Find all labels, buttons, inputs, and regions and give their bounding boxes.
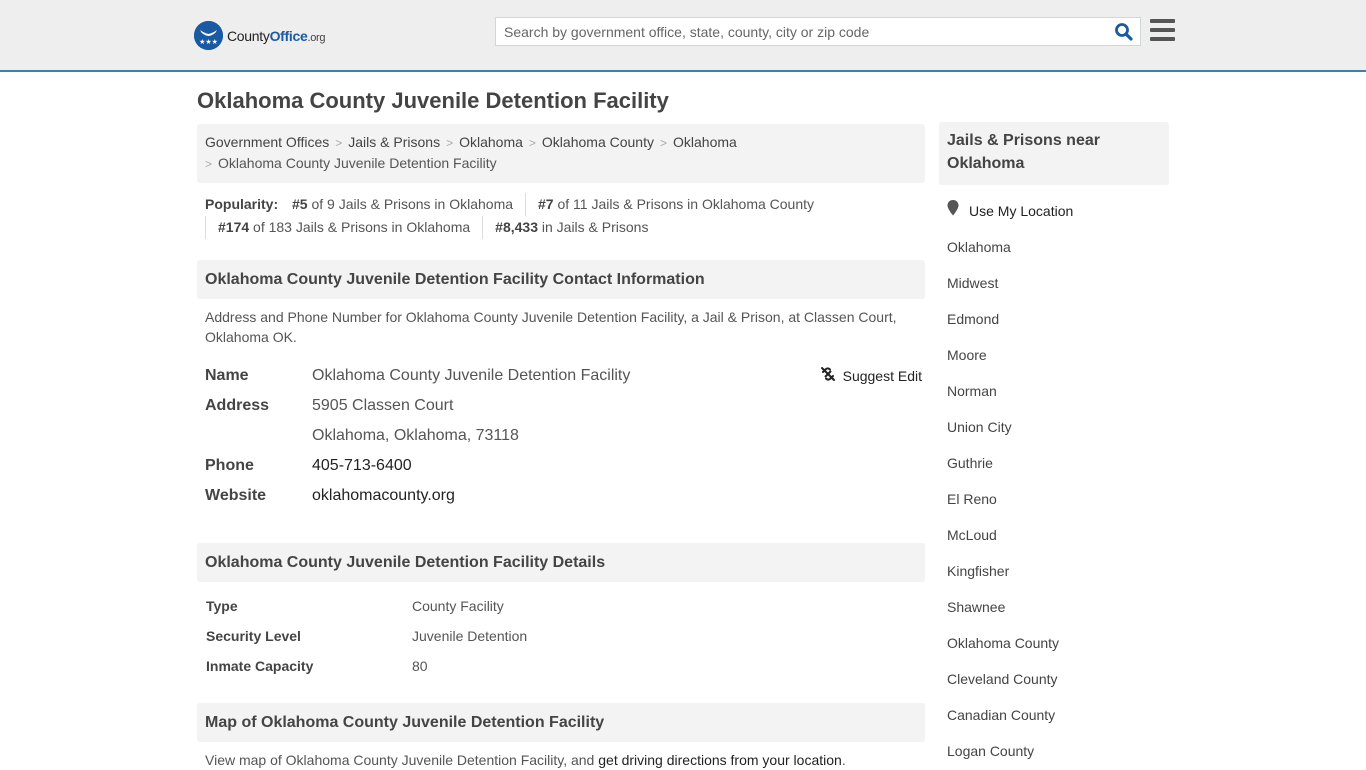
details-row: Type County Facility [206,598,504,614]
hamburger-menu-icon[interactable] [1150,19,1175,41]
breadcrumb-current: Oklahoma County Juvenile Detention Facil… [218,155,497,171]
contact-row-address-2: Oklahoma, Oklahoma, 73118 [197,421,925,451]
breadcrumb-separator: > [446,136,454,150]
popularity-item: #174 of 183 Jails & Prisons in Oklahoma [205,216,482,239]
contact-row-phone: Phone 405-713-6400 [205,457,412,474]
sidebar-item-shawnee[interactable]: Shawnee [947,589,1169,625]
popularity-item: #7 of 11 Jails & Prisons in Oklahoma Cou… [525,193,826,216]
broken-link-icon [820,366,836,385]
website-link[interactable]: oklahomacounty.org [312,487,455,504]
eagle-logo-icon: ★★★ [194,21,223,50]
svg-text:★★★: ★★★ [199,38,218,46]
breadcrumb-separator: > [659,136,667,150]
address-line-1: 5905 Classen Court [312,397,454,414]
use-my-location[interactable]: Use My Location [947,199,1169,223]
sidebar-item-cleveland-county[interactable]: Cleveland County [947,661,1169,697]
sidebar-item-oklahoma[interactable]: Oklahoma [947,229,1169,265]
use-my-location-link[interactable]: Use My Location [969,199,1073,223]
popularity: Popularity: #5 of 9 Jails & Prisons in O… [197,183,925,239]
contact-row-name: Name Oklahoma County Juvenile Detention … [197,361,925,391]
sidebar-item-guthrie[interactable]: Guthrie [947,445,1169,481]
breadcrumb-separator: > [335,136,343,150]
sidebar-item-mcloud[interactable]: McLoud [947,517,1169,553]
suggest-edit-link[interactable]: Suggest Edit [843,368,922,384]
sidebar-item-norman[interactable]: Norman [947,373,1169,409]
main-content: Government Offices > Jails & Prisons > Oklah… [197,124,925,770]
contact-heading: Oklahoma County Juvenile Detention Facil… [197,260,925,299]
sidebar-item-moore[interactable]: Moore [947,337,1169,373]
popularity-label: Popularity: [205,196,279,212]
site-header: ★★★ CountyOffice.org [0,0,1366,72]
sidebar: Jails & Prisons near Oklahoma Use My Loc… [939,122,1169,769]
details-heading: Oklahoma County Juvenile Detention Facil… [197,543,925,582]
sidebar-item-union-city[interactable]: Union City [947,409,1169,445]
logo-text: CountyOffice.org [227,27,326,44]
breadcrumb-jails-prisons[interactable]: Jails & Prisons [348,134,440,150]
phone-link[interactable]: 405-713-6400 [312,457,412,474]
contact-row-address: Address 5905 Classen Court [197,391,925,421]
address-line-2: Oklahoma, Oklahoma, 73118 [312,427,519,444]
contact-row-website: Website oklahomacounty.org [205,487,455,504]
sidebar-item-oklahoma-county[interactable]: Oklahoma County [947,625,1169,661]
sidebar-item-el-reno[interactable]: El Reno [947,481,1169,517]
suggest-edit[interactable]: Suggest Edit [820,366,922,385]
popularity-item: #5 of 9 Jails & Prisons in Oklahoma [292,196,514,212]
sidebar-item-midwest[interactable]: Midwest [947,265,1169,301]
details-row: Inmate Capacity 80 [206,658,428,674]
breadcrumb-county[interactable]: Oklahoma County [542,134,654,150]
driving-directions-link[interactable]: get driving directions from your locatio… [598,752,842,768]
contact-description: Address and Phone Number for Oklahoma Co… [205,309,897,345]
breadcrumb-city[interactable]: Oklahoma [673,134,737,150]
map-heading: Map of Oklahoma County Juvenile Detentio… [197,703,925,742]
map-description: View map of Oklahoma County Juvenile Det… [205,752,846,768]
details-row: Security Level Juvenile Detention [206,628,528,644]
breadcrumb-separator: > [528,136,536,150]
search-box [495,17,1141,46]
breadcrumb-state[interactable]: Oklahoma [459,134,523,150]
sidebar-item-canadian-county[interactable]: Canadian County [947,697,1169,733]
page-title: Oklahoma County Juvenile Detention Facil… [197,88,669,113]
search-input[interactable] [496,18,1096,45]
search-icon[interactable] [1114,22,1134,42]
site-logo[interactable]: ★★★ CountyOffice.org [194,21,326,50]
breadcrumb: Government Offices > Jails & Prisons > Oklah… [197,124,925,183]
facility-name: Oklahoma County Juvenile Detention Facil… [312,367,631,384]
sidebar-list: Use My Location Oklahoma Midwest Edmond … [939,199,1169,769]
breadcrumb-government-offices[interactable]: Government Offices [205,134,329,150]
sidebar-item-logan-county[interactable]: Logan County [947,733,1169,769]
breadcrumb-separator: > [205,157,213,171]
sidebar-item-edmond[interactable]: Edmond [947,301,1169,337]
sidebar-item-kingfisher[interactable]: Kingfisher [947,553,1169,589]
map-pin-icon [947,199,959,223]
details-table: Type County Facility Security Level Juve… [197,591,925,681]
popularity-item: #8,433 in Jails & Prisons [482,216,660,239]
contact-table: Suggest Edit Name Oklahoma County Juveni… [197,361,925,511]
sidebar-heading: Jails & Prisons near Oklahoma [939,122,1169,185]
